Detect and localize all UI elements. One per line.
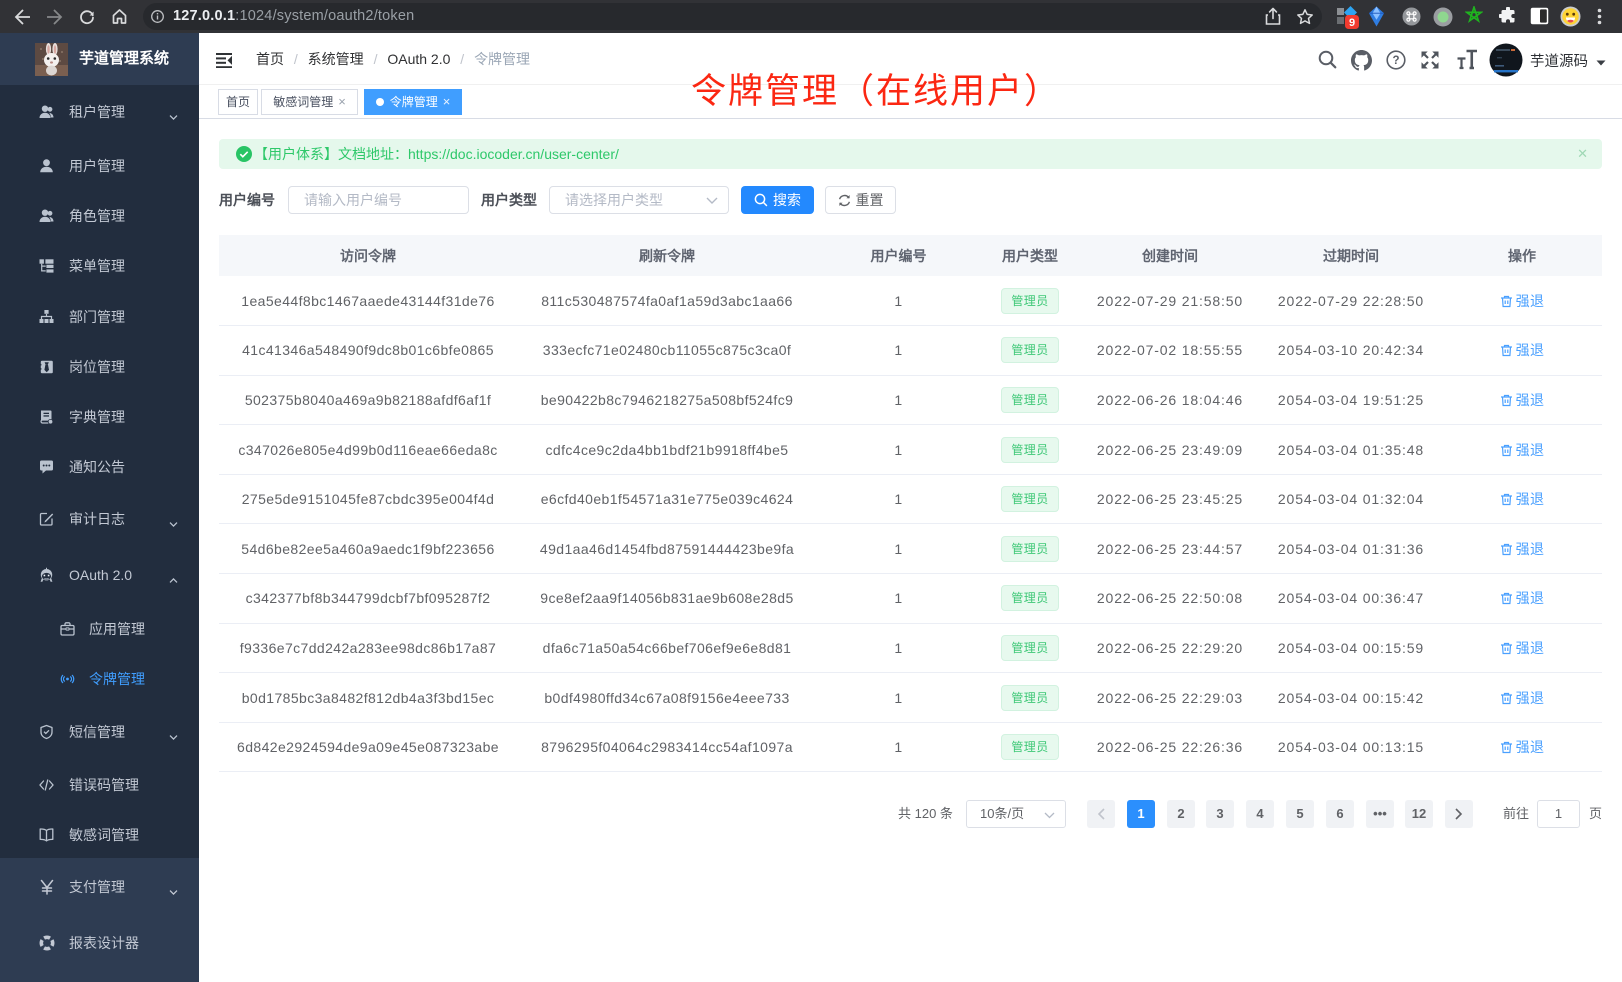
svg-text:?: ? — [1392, 55, 1399, 67]
svg-text:9: 9 — [1349, 17, 1355, 29]
